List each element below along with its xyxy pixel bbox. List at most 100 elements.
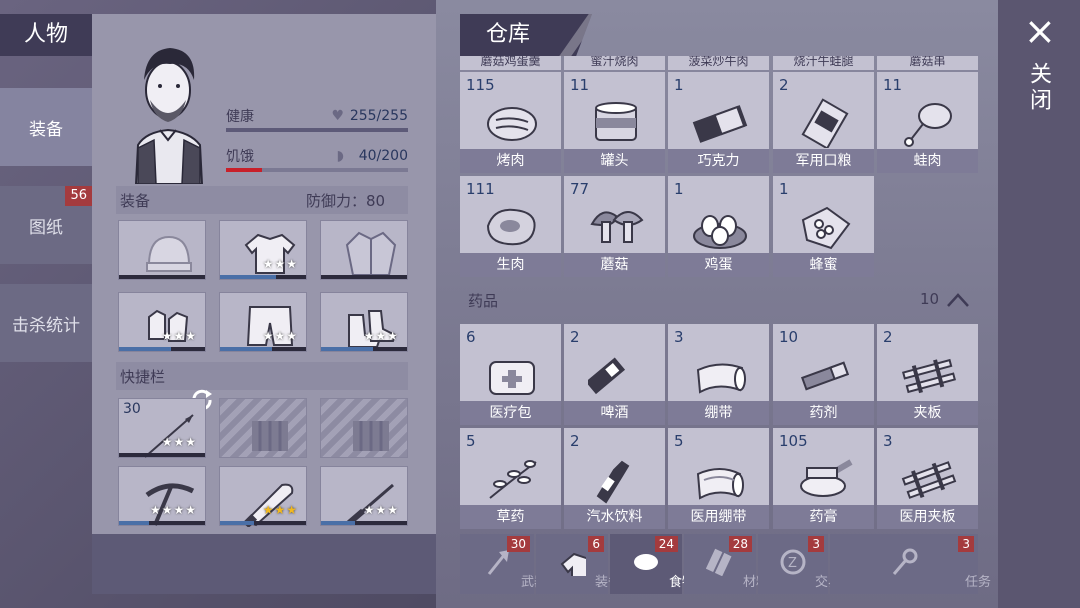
item-count: 1	[779, 180, 789, 198]
quality-stars: ★★★	[262, 257, 298, 271]
inventory-item[interactable]: 2 夹板	[877, 324, 978, 425]
item-name: 药剂	[773, 401, 874, 425]
beanie-icon	[146, 235, 192, 272]
eggs-icon	[693, 215, 747, 249]
item-name: 鸡蛋	[668, 253, 769, 277]
quick-slot[interactable]: ★★★	[219, 466, 307, 527]
inventory-item[interactable]: 10 药剂	[773, 324, 874, 425]
tab-kill-stats-label: 击杀统计	[12, 315, 80, 336]
inventory-item[interactable]: 2 啤酒	[564, 324, 665, 425]
machete-icon	[242, 483, 294, 527]
category-tab[interactable]: 28 材料	[684, 534, 769, 594]
quick-slot[interactable]: ★★★	[320, 466, 408, 526]
stomach-icon: ◗	[336, 148, 344, 164]
health-bar	[226, 128, 408, 132]
tab-kill-stats[interactable]: 击杀统计	[0, 284, 92, 362]
inventory-item[interactable]: 3 绷带	[668, 324, 769, 425]
item-count: 111	[466, 180, 495, 198]
item-count: 5	[466, 432, 476, 450]
hunger-value: 40/200	[358, 148, 408, 164]
quality-stars: ★★★	[161, 329, 197, 343]
injector-icon	[800, 361, 850, 391]
locked-quick-slot[interactable]	[320, 398, 408, 458]
item-count: 2	[570, 328, 580, 346]
close-label[interactable]: 关闭	[1026, 62, 1054, 114]
shirt-icon	[244, 233, 296, 274]
partial-item-label: 菠菜炒牛肉	[668, 56, 769, 70]
inventory-item[interactable]: 1 巧克力	[668, 72, 769, 173]
inventory-item[interactable]: 105 药膏	[773, 428, 874, 529]
inventory-item[interactable]: 11 罐头	[564, 72, 665, 173]
item-count: 10	[779, 328, 799, 346]
locked-quick-slot[interactable]	[219, 398, 307, 458]
tab-blueprints[interactable]: 图纸 56	[0, 186, 92, 264]
durability-bar	[119, 453, 205, 457]
bandage-icon	[696, 363, 746, 394]
splint-icon	[902, 358, 956, 394]
item-name: 啤酒	[564, 401, 665, 425]
equipment-slot[interactable]: ★★★	[118, 292, 206, 352]
inventory-item[interactable]: 1 鸡蛋	[668, 176, 769, 277]
beer-icon	[588, 357, 626, 395]
quality-stars: ★★★	[262, 329, 298, 343]
item-count: 1	[674, 180, 684, 198]
medicine-header[interactable]: 药品 10	[460, 284, 978, 316]
mushroom-icon	[590, 211, 644, 243]
locked-slot	[353, 421, 389, 451]
item-count: 2	[883, 328, 893, 346]
equipment-slot[interactable]: ★★★	[320, 292, 408, 352]
tab-equipment[interactable]: 装备	[0, 88, 92, 166]
jacket-icon	[345, 231, 397, 276]
character-portrait	[134, 48, 204, 184]
inventory-item[interactable]: 111 生肉	[460, 176, 561, 277]
category-tab[interactable]: 30 武器	[460, 534, 547, 594]
category-count-badge: 3	[958, 536, 974, 552]
partial-item-label: 蜜汁烧肉	[564, 56, 665, 70]
category-count-badge: 24	[654, 536, 678, 552]
equipment-slot[interactable]	[320, 220, 408, 280]
hunger-stat: 饥饿 ◗ 40/200	[226, 146, 408, 172]
category-tab[interactable]: Z 3 交易	[758, 534, 841, 594]
heart-icon: ♥	[331, 108, 344, 124]
inventory-item[interactable]: 5 草药	[460, 428, 561, 529]
equipment-slot[interactable]: ★★★	[219, 292, 307, 352]
roast-meat-icon	[487, 107, 537, 141]
equipment-slot[interactable]: ★★★	[219, 220, 307, 280]
equipment-slot[interactable]	[118, 220, 206, 280]
hunger-bar	[226, 168, 408, 172]
inventory-item[interactable]: 6 医疗包	[460, 324, 561, 425]
item-count: 6	[466, 328, 476, 346]
collapse-chevron-icon[interactable]	[946, 292, 970, 308]
inventory-item[interactable]: 2 军用口粮	[773, 72, 874, 173]
inventory-item[interactable]: 5 医用绷带	[668, 428, 769, 529]
inventory-item[interactable]: 2 汽水饮料	[564, 428, 665, 529]
item-count: 30	[123, 401, 141, 417]
inventory-item[interactable]: 77 蘑菇	[564, 176, 665, 277]
chocolate-icon	[692, 105, 748, 143]
close-icon[interactable]: ×	[1024, 12, 1056, 50]
item-count: 105	[779, 432, 808, 450]
category-tab[interactable]: 6 装备	[536, 534, 621, 594]
inventory-item[interactable]: 115 烤肉	[460, 72, 561, 173]
inventory-item[interactable]: 3 医用夹板	[877, 428, 978, 529]
canned-food-icon	[595, 102, 637, 141]
item-name: 烤肉	[460, 149, 561, 173]
item-count: 2	[570, 432, 580, 450]
item-name: 夹板	[877, 401, 978, 425]
knife-icon	[347, 483, 394, 526]
quick-slot[interactable]: 30 ★★★	[118, 398, 206, 458]
durability-bar	[321, 275, 407, 279]
svg-text:Z: Z	[788, 556, 797, 571]
inventory-item[interactable]: 1 蜂蜜	[773, 176, 874, 277]
category-tab[interactable]: 3 任务	[830, 534, 991, 594]
durability-bar	[220, 275, 306, 279]
inventory-item[interactable]: 11 蛙肉	[877, 72, 978, 173]
durability-bar	[119, 521, 205, 525]
durability-bar	[220, 347, 306, 351]
quality-stars: ★★★★	[149, 503, 197, 517]
item-name: 医用绷带	[668, 505, 769, 529]
category-tab[interactable]: 24 食物	[610, 534, 695, 594]
medicine-label: 药品	[468, 292, 499, 310]
tab-equipment-label: 装备	[29, 119, 63, 140]
quick-slot[interactable]: ★★★★	[118, 466, 206, 526]
